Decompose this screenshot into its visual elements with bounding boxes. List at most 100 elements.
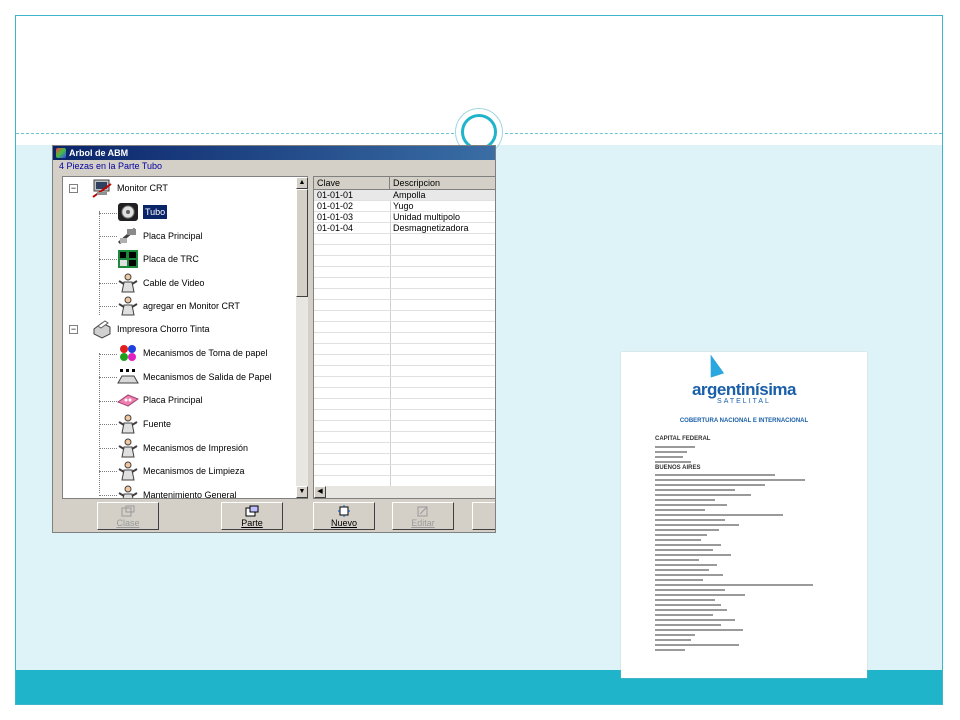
worker-icon [118,296,138,316]
empty-row [314,278,495,289]
table-row[interactable]: 01-01-04 Desmagnetizadora [314,223,495,234]
tree-connector [99,211,100,315]
tree-node-impresora[interactable]: Impresora Chorro Tinta [91,318,210,340]
worker-icon [118,461,138,481]
slide-divider-right [505,133,942,134]
tree-node-impresion[interactable]: Mecanismos de Impresión [117,437,248,459]
nuevo-button[interactable]: Nuevo [313,502,375,530]
section-capital-federal: CAPITAL FEDERAL [655,436,711,442]
tree-node-agregar-monitor[interactable]: agregar en Monitor CRT [117,295,240,317]
circuit-board-icon [118,227,136,245]
collapse-monitor-crt-toggle[interactable]: − [69,184,78,193]
tree-node-limpieza[interactable]: Mecanismos de Limpieza [117,460,245,482]
empty-row [314,289,495,300]
cell-clave: 01-01-03 [317,212,354,222]
abm-tree-window: Arbol de ABM 4 Piezas en la Parte Tubo −… [52,145,496,533]
empty-row [314,234,495,245]
action-toolbar: Clase Parte Nuevo Editar El [62,499,495,532]
empty-row [314,366,495,377]
grid-horizontal-scrollbar[interactable]: ◀ [314,486,495,498]
column-header-clave[interactable]: Clave [314,177,390,190]
tree-node-monitor-crt[interactable]: Monitor CRT [91,177,168,199]
empty-row [314,355,495,366]
parts-tree[interactable]: − − Monitor CRT Tubo Placa Principal Pla… [62,176,308,499]
section-buenos-aires: BUENOS AIRES [655,465,701,471]
empty-row [314,333,495,344]
tree-node-toma-papel[interactable]: Mecanismos de Toma de papel [117,342,267,364]
empty-row [314,421,495,432]
window-titlebar: Arbol de ABM [53,146,495,160]
table-row[interactable]: 01-01-01 Ampolla [314,190,495,201]
empty-row [314,410,495,421]
collapse-printer-toggle[interactable]: − [69,325,78,334]
new-item-icon [338,505,350,517]
empty-row [314,465,495,476]
satellite-logo-icon [703,352,725,378]
scroll-down-arrow-icon[interactable]: ▼ [296,486,308,498]
app-icon [56,148,66,158]
empty-row [314,245,495,256]
tree-node-mantenimiento[interactable]: Mantenimiento General [117,484,237,498]
cell-clave: 01-01-02 [317,201,354,211]
window-title: Arbol de ABM [69,148,129,158]
crt-tube-icon [118,203,138,221]
new-part-icon [245,505,259,517]
column-header-descripcion[interactable]: Descripcion [390,177,495,190]
tree-vertical-scrollbar[interactable]: ▲ ▼ [296,177,308,498]
empty-row [314,311,495,322]
empty-row [314,300,495,311]
worker-icon [118,438,138,458]
tree-node-fuente[interactable]: Fuente [117,413,171,435]
scrollbar-thumb[interactable] [296,189,308,297]
cell-descripcion: Desmagnetizadora [393,223,469,233]
pink-board-icon [117,394,139,407]
scroll-up-arrow-icon[interactable]: ▲ [296,177,308,189]
empty-row [314,388,495,399]
cell-descripcion: Unidad multipolo [393,212,461,222]
brand-logo: argentinísima SATELITAL [621,380,867,405]
worker-icon [118,414,138,434]
empty-row [314,454,495,465]
tree-node-tubo[interactable]: Tubo [117,201,168,223]
clase-button[interactable]: Clase [97,502,159,530]
parte-button[interactable]: Parte [221,502,283,530]
empty-row [314,377,495,388]
empty-row [314,322,495,333]
slide-divider-left [16,133,454,134]
trc-board-icon [118,250,138,268]
empty-row [314,344,495,355]
empty-row [314,432,495,443]
brand-subtitle: SATELITAL [717,398,771,405]
eliminar-button[interactable]: El [472,502,495,530]
editar-button[interactable]: Editar [392,502,454,530]
coverage-document: argentinísima SATELITAL COBERTURA NACION… [621,352,867,678]
pieces-count-label: 4 Piezas en la Parte Tubo [59,161,163,171]
empty-row [314,399,495,410]
paper-tray-icon [117,369,139,384]
worker-icon [118,273,138,293]
table-row[interactable]: 01-01-03 Unidad multipolo [314,212,495,223]
brand-name: argentinísima [691,380,797,399]
new-class-icon [121,505,135,517]
tree-node-placa-principal-2[interactable]: Placa Principal [117,389,203,411]
scroll-left-arrow-icon[interactable]: ◀ [314,486,326,498]
tree-node-placa-principal[interactable]: Placa Principal [117,225,203,247]
tree-connector [99,353,100,493]
cell-clave: 01-01-04 [317,223,354,233]
empty-row [314,267,495,278]
printer-icon [93,320,111,339]
edit-icon [417,506,428,517]
tree-node-cable-video[interactable]: Cable de Video [117,272,204,294]
worker-icon [118,485,138,498]
cell-clave: 01-01-01 [317,190,354,200]
table-row[interactable]: 01-01-02 Yugo [314,201,495,212]
tree-node-placa-trc[interactable]: Placa de TRC [117,248,199,270]
color-balls-icon [120,345,136,361]
cell-descripcion: Yugo [393,201,414,211]
parts-grid[interactable]: Clave Descripcion 01-01-01 Ampolla 01-01… [313,176,495,499]
tree-node-salida-papel[interactable]: Mecanismos de Salida de Papel [117,366,272,388]
coverage-heading: COBERTURA NACIONAL E INTERNACIONAL [679,418,809,424]
empty-row [314,443,495,454]
cell-descripcion: Ampolla [393,190,426,200]
monitor-icon [92,179,112,198]
